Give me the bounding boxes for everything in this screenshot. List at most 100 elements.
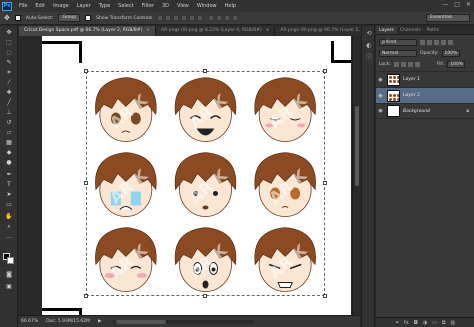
menu-layer[interactable]: Layer	[73, 3, 95, 9]
distribute-1-icon[interactable]	[208, 15, 215, 21]
new-icon[interactable]: ⧉	[442, 320, 446, 326]
gradient-tool-icon[interactable]: ▦	[4, 139, 14, 147]
eyedropper-tool-icon[interactable]: ⁄	[4, 79, 14, 87]
hand-tool-icon[interactable]: ✋	[4, 213, 14, 221]
brush-tool-icon[interactable]: ╱	[4, 99, 14, 107]
lock-all-icon[interactable]	[414, 62, 420, 67]
fx-icon[interactable]: fx	[404, 320, 409, 326]
filter-type-icon[interactable]	[434, 40, 439, 45]
tab-paths[interactable]: Paths	[424, 26, 442, 34]
align-top-icon[interactable]	[157, 15, 164, 21]
layer-name[interactable]: Background	[403, 109, 430, 114]
menu-file[interactable]: File	[15, 3, 31, 9]
history-brush-tool-icon[interactable]: ↺	[4, 119, 14, 127]
document-canvas[interactable]: AR K AR K AR K AR K AR K AR K AR K AR K AR K	[42, 36, 352, 315]
auto-select-dropdown[interactable]: Group	[58, 14, 81, 22]
align-center-icon[interactable]	[189, 15, 196, 21]
tab-layers[interactable]: Layers	[376, 26, 397, 34]
layer-row-background[interactable]: ◉ Background 🔒︎	[376, 103, 474, 119]
history-icon[interactable]: ⟲	[365, 30, 373, 38]
more-tools-icon[interactable]: …	[4, 233, 14, 241]
canvas-area[interactable]: AR K AR K AR K AR K AR K AR K AR K AR K AR K	[19, 36, 352, 315]
quick-select-tool-icon[interactable]: ✎	[4, 59, 14, 67]
vertical-scrollbar[interactable]	[352, 36, 360, 315]
filter-shape-icon[interactable]	[441, 40, 446, 45]
maximize-button[interactable]: □	[454, 1, 460, 8]
align-left-icon[interactable]	[181, 15, 188, 21]
document-tab-2[interactable]: AR pngs (9).png @ 8.33% (Layer 0, RGB/8#…	[156, 26, 276, 36]
horizontal-scroll-thumb[interactable]	[116, 320, 166, 324]
menu-help[interactable]: Help	[221, 3, 240, 9]
lasso-tool-icon[interactable]: ◌	[4, 49, 14, 57]
lock-position-icon[interactable]	[407, 62, 413, 67]
minimize-button[interactable]: —	[442, 1, 448, 8]
path-select-tool-icon[interactable]: ➤	[4, 191, 14, 199]
menu-select[interactable]: Select	[114, 3, 137, 9]
menu-type[interactable]: Type	[95, 3, 114, 9]
folder-icon[interactable]: ▭	[432, 320, 437, 326]
tab-close-icon[interactable]: ×	[266, 28, 270, 33]
align-middle-icon[interactable]	[165, 15, 172, 21]
fill-field[interactable]: 100%	[447, 61, 466, 68]
quick-mask-icon[interactable]: ◙	[4, 271, 14, 279]
screen-mode-icon[interactable]: ▣	[4, 283, 14, 291]
workspace-dropdown[interactable]: Essentials	[426, 14, 470, 22]
menu-edit[interactable]: Edit	[31, 3, 49, 9]
menu-image[interactable]: Image	[49, 3, 73, 9]
status-menu-arrow[interactable]: ▶	[98, 319, 101, 324]
crop-tool-icon[interactable]: ⌗	[4, 69, 14, 77]
visibility-eye-icon[interactable]: ◉	[376, 77, 385, 83]
vertical-scroll-thumb[interactable]	[355, 106, 359, 186]
layer-filter-dropdown[interactable]: ρ Kind	[379, 39, 417, 46]
stamp-tool-icon[interactable]: ⊥	[4, 109, 14, 117]
opacity-field[interactable]: 100%	[441, 50, 460, 57]
distribute-4-icon[interactable]	[232, 15, 239, 21]
layer-row-layer-1[interactable]: ◉ Layer 1	[376, 71, 474, 87]
align-right-icon[interactable]	[197, 15, 204, 21]
lock-transparent-icon[interactable]	[393, 62, 399, 67]
filter-pixel-icon[interactable]	[420, 40, 425, 45]
auto-select-checkbox[interactable]	[14, 15, 21, 21]
pen-tool-icon[interactable]: ✒	[4, 171, 14, 179]
layer-name[interactable]: Layer 1	[403, 77, 420, 82]
healing-tool-icon[interactable]: ✚	[4, 89, 14, 97]
distribute-2-icon[interactable]	[216, 15, 223, 21]
visibility-eye-icon[interactable]: ◉	[376, 93, 385, 99]
layer-row-layer-2[interactable]: ◉ Layer 2	[376, 87, 474, 103]
info-icon[interactable]: ⓘ	[365, 54, 373, 62]
visibility-eye-icon[interactable]: ◉	[376, 108, 385, 114]
eraser-tool-icon[interactable]: ▱	[4, 129, 14, 137]
link-icon[interactable]: ⚭	[395, 320, 399, 326]
zoom-tool-icon[interactable]: ⌕	[4, 223, 14, 231]
blur-tool-icon[interactable]: ◆	[4, 149, 14, 157]
tab-channels[interactable]: Channels	[397, 26, 424, 34]
adjust-icon[interactable]: ◑	[423, 320, 427, 326]
trash-icon[interactable]: ▥	[450, 320, 455, 326]
background-color-swatch[interactable]	[7, 257, 14, 264]
tab-close-icon[interactable]: ×	[146, 28, 150, 33]
type-tool-icon[interactable]: T	[4, 181, 14, 189]
move-tool-icon[interactable]: ✥	[4, 29, 14, 37]
adjust-icon[interactable]: ◐	[365, 42, 373, 50]
shape-tool-icon[interactable]: ▭	[4, 201, 14, 209]
menu-filter[interactable]: Filter	[138, 3, 158, 9]
menu-view[interactable]: View	[173, 3, 193, 9]
marquee-tool-icon[interactable]: ⬚	[4, 39, 14, 47]
lock-image-icon[interactable]	[400, 62, 406, 67]
mask-icon[interactable]: ◘	[414, 320, 418, 326]
dodge-tool-icon[interactable]: ●	[4, 159, 14, 167]
horizontal-scrollbar[interactable]	[114, 320, 254, 324]
show-transform-checkbox[interactable]	[85, 15, 92, 21]
distribute-3-icon[interactable]	[224, 15, 231, 21]
blend-mode-dropdown[interactable]: Normal	[379, 50, 417, 57]
filter-adjust-icon[interactable]	[427, 40, 432, 45]
document-tab-1[interactable]: Cricut Design Space.pdf @ 66.7% (Layer 2…	[19, 26, 157, 36]
move-tool-icon[interactable]: ✥	[4, 14, 10, 22]
close-window-button[interactable]: ✕	[466, 1, 471, 8]
zoom-level[interactable]: 66.67%	[21, 319, 38, 324]
menu-3d[interactable]: 3D	[158, 3, 173, 9]
filter-smart-icon[interactable]	[448, 40, 453, 45]
align-bottom-icon[interactable]	[173, 15, 180, 21]
layer-name[interactable]: Layer 2	[403, 93, 420, 98]
menu-window[interactable]: Window	[193, 3, 221, 9]
